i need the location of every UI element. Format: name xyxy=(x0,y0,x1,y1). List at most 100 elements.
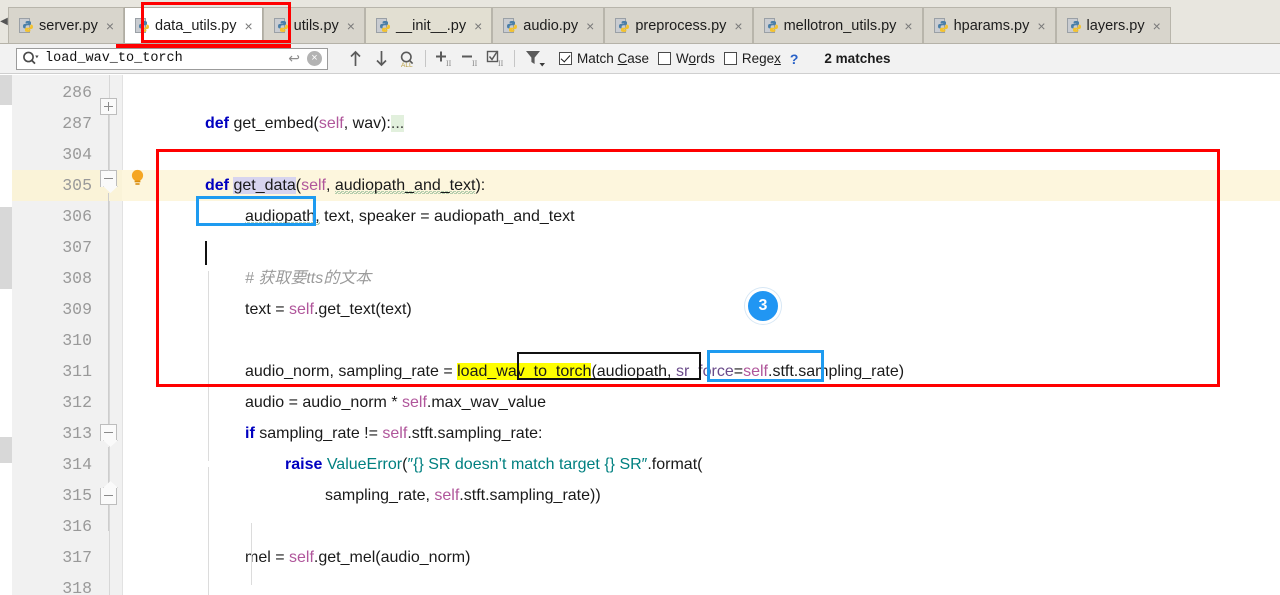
editor-tab-server-py[interactable]: server.py × xyxy=(8,7,125,43)
editor-tab-hparams-py[interactable]: hparams.py × xyxy=(922,7,1056,43)
enter-return-icon[interactable]: ↩ xyxy=(288,50,300,67)
editor-tab-label: data_utils.py xyxy=(155,17,237,34)
code-token: # 获取要tts的文本 xyxy=(245,270,372,287)
code-token: text = xyxy=(245,301,290,318)
checkbox-icon[interactable] xyxy=(658,52,672,65)
checkbox-icon[interactable] xyxy=(723,52,737,65)
python-file-icon xyxy=(19,17,34,34)
close-icon[interactable]: × xyxy=(904,19,912,33)
code-line[interactable]: audiopath, text, speaker = audiopath_and… xyxy=(245,201,575,232)
code-line[interactable]: mel = self.get_mel(audio_norm) xyxy=(245,542,470,573)
close-icon[interactable]: × xyxy=(474,19,482,33)
search-field[interactable]: ↩ × xyxy=(16,47,328,70)
indent-guide-2 xyxy=(208,467,209,595)
fold-collapse-icon-313[interactable] xyxy=(100,424,118,447)
search-icon[interactable] xyxy=(22,51,39,66)
fold-expand-icon[interactable] xyxy=(100,98,117,115)
search-input[interactable] xyxy=(45,48,287,69)
toolbar-separator-1 xyxy=(425,50,426,67)
indent-guide-1 xyxy=(208,271,209,461)
python-file-icon xyxy=(615,17,630,34)
editor-tab-label: preprocess.py xyxy=(635,17,727,34)
editor-tab-layers-py[interactable]: layers.py × xyxy=(1055,7,1171,43)
text-caret xyxy=(205,241,207,265)
code-line[interactable]: def get_embed(self, wav):... xyxy=(205,108,405,139)
code-token: .get_text(text) xyxy=(313,301,412,318)
editor-tab--init-py[interactable]: __init__.py × xyxy=(364,7,493,43)
close-icon[interactable]: × xyxy=(586,19,594,33)
code-token: get_data xyxy=(233,177,296,194)
editor-tab-label: utils.py xyxy=(293,17,339,34)
line-number: 312 xyxy=(62,393,92,412)
code-editor[interactable]: 286 287 def get_embed(self, wav):... 304 305… xyxy=(0,75,1280,595)
editor-tab-bar: ◀ server.py × data_utils.py × utils.py × __ini… xyxy=(0,0,1280,44)
code-token: , xyxy=(325,177,335,194)
close-icon[interactable]: × xyxy=(1037,19,1045,33)
clear-search-icon[interactable]: × xyxy=(307,51,322,66)
code-line[interactable]: audio_norm, sampling_rate = load_wav_to_… xyxy=(245,356,904,387)
code-line[interactable]: sampling_rate, self.stft.sampling_rate)) xyxy=(325,480,601,511)
close-icon[interactable]: × xyxy=(244,19,252,33)
python-file-icon xyxy=(273,17,289,34)
editor-tab-label: audio.py xyxy=(523,17,579,34)
line-number: 318 xyxy=(62,579,92,595)
fold-rail-segment-4 xyxy=(108,447,109,485)
code-line[interactable]: # 获取要tts的文本 xyxy=(245,263,371,294)
close-icon[interactable]: × xyxy=(1153,19,1161,33)
code-token: def xyxy=(205,115,234,132)
indent-guide-3 xyxy=(251,523,252,585)
editor-tab-label: __init__.py xyxy=(395,17,467,34)
find-next-button[interactable] xyxy=(368,46,394,72)
fold-rail-segment-2 xyxy=(108,151,109,171)
code-token: ... xyxy=(390,115,405,132)
search-option-words[interactable]: Words xyxy=(658,51,715,66)
add-occurrence-icon[interactable]: II xyxy=(431,46,457,72)
code-line[interactable]: audio = audio_norm * self.max_wav_value xyxy=(245,387,546,418)
editor-tab-utils-py[interactable]: utils.py × xyxy=(262,7,365,43)
find-all-icon[interactable]: ALL xyxy=(394,46,420,72)
code-token: .format( xyxy=(647,456,703,473)
line-number: 309 xyxy=(62,300,92,319)
editor-tab-data-utils-py[interactable]: data_utils.py × xyxy=(124,7,263,43)
line-number: 317 xyxy=(62,548,92,567)
checkbox-icon[interactable] xyxy=(559,52,572,65)
code-token: self xyxy=(301,177,326,194)
pycharm-window: ◀ server.py × data_utils.py × utils.py × __ini… xyxy=(0,0,1280,595)
match-count-label: 2 matches xyxy=(824,51,891,66)
filter-funnel-icon[interactable] xyxy=(520,46,550,72)
code-line[interactable]: text = self.get_text(text) xyxy=(245,294,412,325)
remove-occurrence-icon[interactable]: II xyxy=(457,46,483,72)
line-number: 287 xyxy=(62,114,92,133)
editor-tab-audio-py[interactable]: audio.py × xyxy=(492,7,605,43)
code-token: self xyxy=(289,301,314,318)
code-token: ValueError xyxy=(326,456,403,473)
find-help-icon[interactable]: ? xyxy=(790,51,799,67)
close-icon[interactable]: × xyxy=(347,19,355,33)
python-file-icon xyxy=(375,17,391,34)
code-line[interactable]: raise ValueError(″{} SR doesn’t match ta… xyxy=(285,449,702,480)
fold-collapse-icon-305[interactable] xyxy=(100,170,118,193)
code-token: ): xyxy=(475,177,486,194)
code-token: audio = audio_norm * xyxy=(245,394,402,411)
line-number: 307 xyxy=(62,238,92,257)
find-previous-button[interactable] xyxy=(342,46,368,72)
editor-tab-preprocess-py[interactable]: preprocess.py × xyxy=(604,7,753,43)
lightbulb-icon[interactable] xyxy=(130,169,145,186)
fold-end-icon-315[interactable] xyxy=(100,481,118,505)
annotation-red-box-active-tab-bottom xyxy=(116,44,291,48)
code-line[interactable]: def get_data(self, audiopath_and_text): xyxy=(205,170,485,201)
search-option-match-case[interactable]: Match Case xyxy=(559,51,649,66)
search-option-label: Regex xyxy=(741,51,781,66)
code-line[interactable]: if sampling_rate != self.stft.sampling_r… xyxy=(245,418,542,449)
search-option-label: Match Case xyxy=(577,51,650,66)
close-icon[interactable]: × xyxy=(106,19,114,33)
search-option-regex[interactable]: Regex xyxy=(723,51,781,66)
editor-tab-mellotron-utils-py[interactable]: mellotron_utils.py × xyxy=(752,7,923,43)
python-file-icon xyxy=(135,17,150,34)
close-icon[interactable]: × xyxy=(734,19,742,33)
svg-text:ALL: ALL xyxy=(401,62,413,68)
select-all-occurrences-icon[interactable]: II xyxy=(483,46,509,72)
line-number: 313 xyxy=(62,424,92,443)
line-number: 306 xyxy=(62,207,92,226)
tab-scroll-left-icon[interactable]: ◀ xyxy=(0,0,8,43)
